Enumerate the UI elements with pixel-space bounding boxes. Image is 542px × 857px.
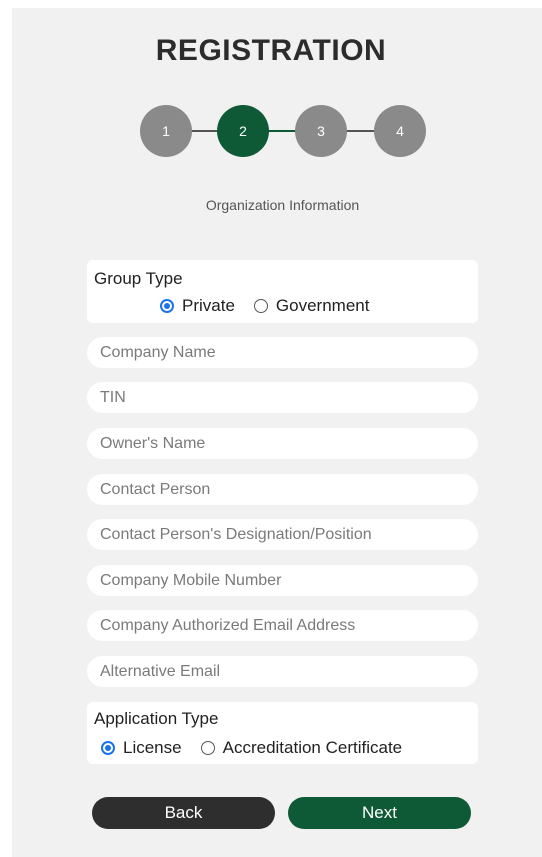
- company-mobile-input[interactable]: [87, 565, 478, 596]
- radio-government[interactable]: [253, 299, 268, 313]
- owner-name-input[interactable]: [87, 428, 478, 459]
- step-caption: Organization Information: [205, 197, 360, 213]
- radio-label-private: Private: [182, 296, 235, 315]
- contact-person-input[interactable]: [87, 474, 478, 505]
- step-3: 3: [295, 105, 347, 157]
- next-button[interactable]: Next: [288, 797, 471, 829]
- radio-label-accreditation: Accreditation Certificate: [222, 738, 403, 757]
- application-type-radio-group: License Accreditation Certificate: [101, 738, 402, 758]
- step-2-active: 2: [217, 105, 269, 157]
- radio-license[interactable]: [101, 741, 115, 755]
- radio-option-accreditation[interactable]: Accreditation Certificate: [200, 738, 403, 758]
- radio-option-private[interactable]: Private: [160, 296, 235, 316]
- application-type-box: Application Type License Accreditation C…: [87, 702, 478, 764]
- step-4: 4: [374, 105, 426, 157]
- radio-option-license[interactable]: License: [101, 738, 182, 758]
- designation-input[interactable]: [87, 519, 478, 550]
- page-title: REGISTRATION: [155, 34, 387, 67]
- alternative-email-input[interactable]: [87, 656, 478, 687]
- application-type-label: Application Type: [94, 709, 219, 728]
- company-email-input[interactable]: [87, 610, 478, 641]
- radio-accreditation[interactable]: [200, 741, 215, 755]
- back-button[interactable]: Back: [92, 797, 275, 829]
- step-connector-1-2: [190, 130, 220, 132]
- tin-input[interactable]: [87, 382, 478, 413]
- radio-label-government: Government: [275, 296, 370, 315]
- radio-private[interactable]: [160, 299, 174, 313]
- step-1: 1: [140, 105, 192, 157]
- group-type-box: Group Type Private Government: [87, 260, 478, 323]
- company-name-input[interactable]: [87, 337, 478, 368]
- radio-label-license: License: [123, 738, 182, 757]
- radio-option-government[interactable]: Government: [253, 296, 370, 316]
- group-type-radio-group: Private Government: [160, 296, 369, 316]
- progress-stepper: 1 2 3 4: [140, 105, 426, 157]
- group-type-label: Group Type: [94, 269, 183, 288]
